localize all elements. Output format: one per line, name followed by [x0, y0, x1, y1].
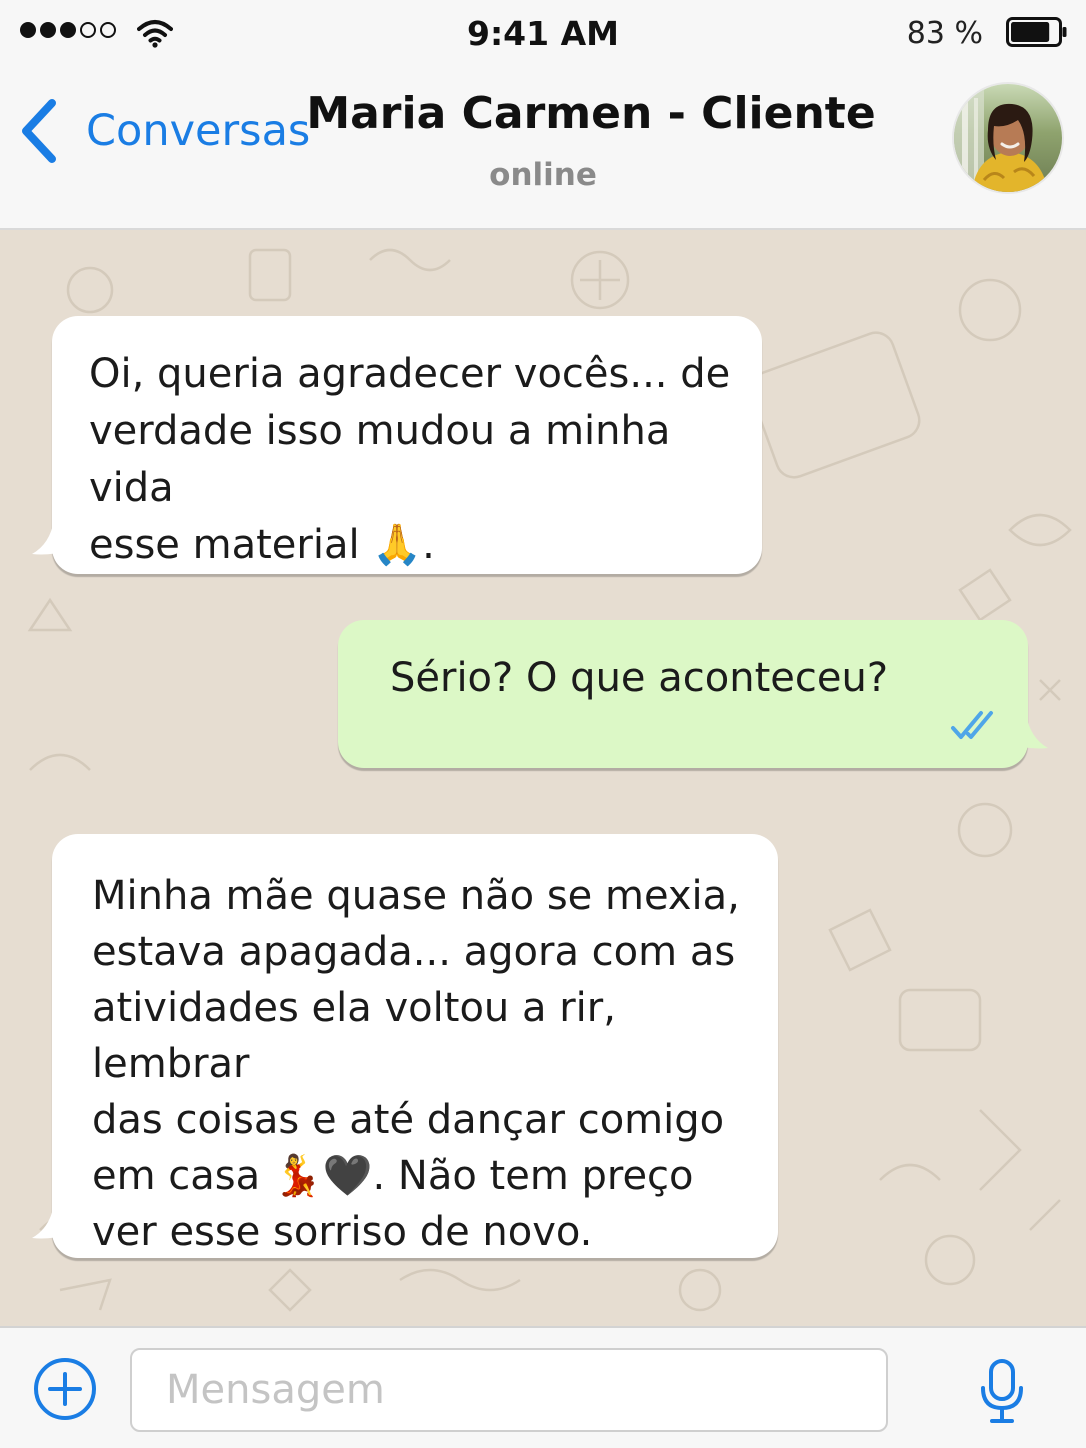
contact-status: online: [489, 157, 597, 193]
message-input[interactable]: [130, 1348, 888, 1432]
message-list[interactable]: Oi, queria agradecer vocês... de verdade…: [0, 230, 1086, 1326]
message-text: Oi, queria agradecer vocês... de verdade…: [89, 351, 731, 568]
avatar-photo: [954, 84, 1062, 192]
plus-circle-icon[interactable]: [33, 1357, 97, 1421]
message-text: Sério? O que aconteceu?: [390, 655, 889, 701]
chat-screen: 9:41 AM 83 % Conversas Maria Carmen - Cl…: [0, 0, 1086, 1448]
double-check-icon: [951, 711, 993, 739]
chat-header: Conversas Maria Carmen - Cliente online: [0, 70, 1086, 230]
battery-percentage: 83 %: [906, 16, 983, 51]
message-text: Minha mãe quase não se mexia, estava apa…: [92, 873, 740, 1255]
status-bar: 9:41 AM 83 %: [0, 0, 1086, 70]
chevron-left-icon: [22, 99, 56, 163]
outgoing-message[interactable]: Sério? O que aconteceu?: [338, 620, 1048, 768]
battery-icon: [1006, 17, 1067, 47]
bubble-tail: [1010, 714, 1048, 749]
bubble-tail: [32, 520, 70, 555]
back-button[interactable]: Conversas: [18, 98, 310, 164]
back-label: Conversas: [86, 106, 311, 156]
bubble-tail: [32, 1204, 70, 1239]
incoming-message[interactable]: Oi, queria agradecer vocês... de verdade…: [32, 316, 762, 574]
microphone-icon[interactable]: [978, 1358, 1026, 1424]
contact-name[interactable]: Maria Carmen - Cliente: [300, 88, 882, 139]
incoming-message[interactable]: Minha mãe quase não se mexia, estava apa…: [32, 834, 778, 1258]
avatar[interactable]: [954, 84, 1062, 192]
composer-bar: [0, 1326, 1086, 1448]
